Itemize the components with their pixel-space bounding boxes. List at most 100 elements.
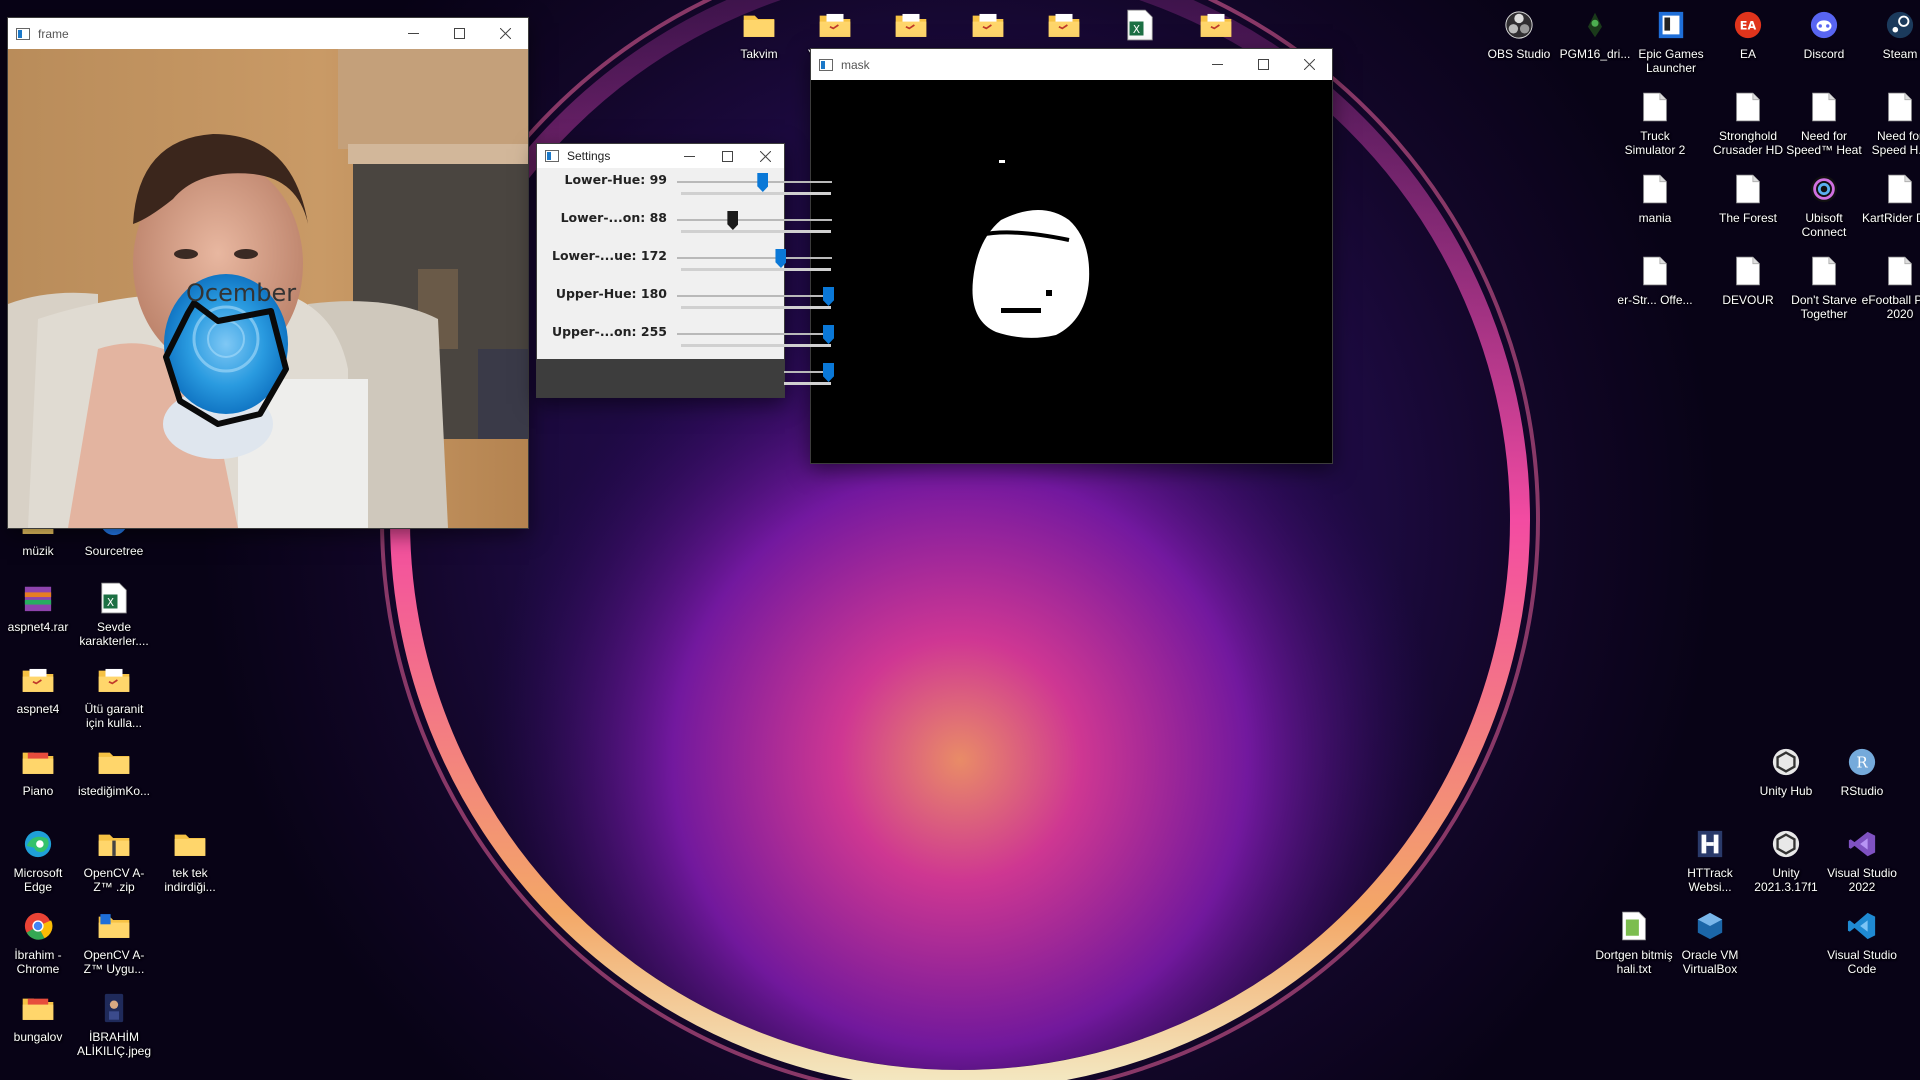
- desktop-icon-truck-simulator-2[interactable]: Truck Simulator 2: [1617, 87, 1693, 167]
- desktop-icon-sevde-karakterler[interactable]: X Sevde karakterler....: [76, 578, 152, 658]
- maximize-button[interactable]: [1240, 49, 1286, 80]
- slider-rail: [681, 268, 831, 271]
- mask-titlebar[interactable]: mask: [811, 49, 1332, 80]
- maximize-button[interactable]: [436, 18, 482, 49]
- file-icon: [1728, 87, 1768, 127]
- file-icon: [1635, 87, 1675, 127]
- maximize-button[interactable]: [708, 144, 746, 168]
- driver-icon: [1575, 5, 1615, 45]
- desktop-icon-label: Discord: [1803, 47, 1845, 61]
- txt-icon: [1614, 906, 1654, 946]
- desktop-icon-rstudio[interactable]: R RStudio: [1824, 742, 1900, 822]
- desktop-icon-pgm16-dri[interactable]: PGM16_dri...: [1557, 5, 1633, 85]
- excel-icon: X: [1120, 5, 1160, 45]
- jpeg-icon: [94, 988, 134, 1028]
- desktop-icon-httrack-websi[interactable]: HTTrack Websi...: [1672, 824, 1748, 904]
- desktop-icon-ubisoft-connect[interactable]: Ubisoft Connect: [1786, 169, 1862, 249]
- desktop-icon-aspnet4-rar[interactable]: aspnet4.rar: [0, 578, 76, 658]
- desktop-icon-microsoft-edge[interactable]: Microsoft Edge: [0, 824, 76, 904]
- close-icon: [499, 28, 511, 39]
- desktop-icon-oracle-vm-virtualbox[interactable]: Oracle VM VirtualBox: [1672, 906, 1748, 986]
- folder-doc-icon: [968, 5, 1008, 45]
- close-button[interactable]: [1286, 49, 1332, 80]
- rstudio-icon: R: [1842, 742, 1882, 782]
- desktop-icon-need-for-speed-h[interactable]: Need for Speed H...: [1862, 87, 1920, 167]
- settings-titlebar[interactable]: Settings: [537, 144, 784, 168]
- desktop-icon-visual-studio-2022[interactable]: Visual Studio 2022: [1824, 824, 1900, 904]
- desktop-icon-aspnet4[interactable]: aspnet4: [0, 660, 76, 740]
- folder-doc-icon: [1196, 5, 1236, 45]
- close-icon: [759, 150, 771, 162]
- folder-doc-icon: [18, 660, 58, 700]
- desktop-icon-the-forest[interactable]: The Forest: [1710, 169, 1786, 249]
- slider-track[interactable]: [677, 181, 832, 183]
- slider-track[interactable]: [677, 219, 832, 221]
- settings-window[interactable]: Settings Lower-Hue: 99 Lower-...on: 88 Low…: [536, 143, 834, 398]
- desktop-icon-takvim[interactable]: Takvim: [721, 5, 797, 85]
- slider-track[interactable]: [677, 295, 832, 297]
- unity-icon: [1766, 742, 1806, 782]
- slider-thumb[interactable]: [727, 211, 739, 230]
- desktop-icon-kartrider-drift[interactable]: KartRider Drift: [1862, 169, 1920, 249]
- desktop-icon-er-str-offe[interactable]: er-Str... Offe...: [1617, 251, 1693, 331]
- mask-image: [811, 80, 1332, 463]
- obs-icon: [1499, 5, 1539, 45]
- desktop-icon-unity-hub[interactable]: Unity Hub: [1748, 742, 1824, 822]
- minimize-icon: [683, 155, 695, 157]
- desktop-icon-steam[interactable]: Steam: [1862, 5, 1920, 85]
- frame-window[interactable]: frame Ocember: [7, 17, 529, 529]
- desktop-icon-label: İBRAHİM ALİKILIÇ.jpeg: [76, 1030, 152, 1058]
- slider-thumb[interactable]: [757, 173, 769, 192]
- minimize-button[interactable]: [390, 18, 436, 49]
- minimize-icon: [1211, 64, 1223, 65]
- desktop-icon-need-for-speed-heat[interactable]: Need for Speed™ Heat: [1786, 87, 1862, 167]
- maximize-icon: [453, 28, 465, 39]
- mask-window[interactable]: mask: [810, 48, 1333, 464]
- desktop-icon-opencv-a-z-uygu[interactable]: OpenCV A-Z™ Uygu...: [76, 906, 152, 986]
- desktop-icon-epic-games-launcher[interactable]: Epic Games Launcher: [1633, 5, 1709, 85]
- desktop-icon-i-brahi-m-ali-kili-jpeg[interactable]: İBRAHİM ALİKILIÇ.jpeg: [76, 988, 152, 1068]
- desktop-icon-tek-tek-indirdi-i[interactable]: tek tek indirdiği...: [152, 824, 228, 904]
- minimize-button[interactable]: [1194, 49, 1240, 80]
- desktop-icon-i-brahim-chrome[interactable]: İbrahim - Chrome: [0, 906, 76, 986]
- desktop-icon-dortgen-bitmi-hali-txt[interactable]: Dortgen bitmiş hali.txt: [1595, 906, 1673, 986]
- zip-icon: [94, 824, 134, 864]
- desktop-icon-obs-studio[interactable]: OBS Studio: [1481, 5, 1557, 85]
- minimize-icon: [407, 33, 419, 34]
- desktop-icon-istedi-imko[interactable]: istediğimKo...: [76, 742, 152, 822]
- desktop-icon-visual-studio-code[interactable]: Visual Studio Code: [1824, 906, 1900, 986]
- desktop-icon-unity-2021-3-17f1[interactable]: Unity 2021.3.17f1: [1748, 824, 1824, 904]
- svg-text:X: X: [107, 597, 114, 609]
- desktop-icon-mania[interactable]: mania: [1617, 169, 1693, 249]
- ea-icon: EA: [1728, 5, 1768, 45]
- desktop-icon-bungalov[interactable]: bungalov: [0, 988, 76, 1068]
- slider-track[interactable]: [677, 333, 832, 335]
- slider-label: Upper-...on: 255: [551, 324, 667, 339]
- desktop-icon-opencv-a-z-zip[interactable]: OpenCV A-Z™ .zip: [76, 824, 152, 904]
- desktop-icon-devour[interactable]: DEVOUR: [1710, 251, 1786, 331]
- excel-icon: X: [94, 578, 134, 618]
- desktop-icon-don-t-starve-together[interactable]: Don't Starve Together: [1786, 251, 1862, 331]
- desktop-icon-label: EA: [1739, 47, 1756, 61]
- desktop-icon-discord[interactable]: Discord: [1786, 5, 1862, 85]
- file-icon: [1880, 87, 1920, 127]
- slider-thumb[interactable]: [775, 249, 787, 268]
- folder-icon: [739, 5, 779, 45]
- desktop-icon-ea[interactable]: EA EA: [1710, 5, 1786, 85]
- desktop-icon-label: Visual Studio 2022: [1827, 866, 1897, 894]
- desktop-icon-label: Stronghold Crusader HD: [1712, 129, 1784, 157]
- epic-icon: [1651, 5, 1691, 45]
- svg-text:X: X: [1133, 24, 1140, 36]
- desktop-icon-piano[interactable]: Piano: [0, 742, 76, 822]
- desktop-icon-t-garanit-i-in-kulla[interactable]: Ütü garanit için kulla...: [76, 660, 152, 740]
- desktop-icon-efootball-pes-2020[interactable]: eFootball PES 2020: [1862, 251, 1920, 331]
- slider-track[interactable]: [677, 257, 832, 259]
- folder-color-icon: [18, 742, 58, 782]
- desktop-icon-stronghold-crusader-hd[interactable]: Stronghold Crusader HD: [1710, 87, 1786, 167]
- close-button[interactable]: [746, 144, 784, 168]
- desktop-icon-label: Need for Speed™ Heat: [1786, 129, 1862, 157]
- frame-titlebar[interactable]: frame: [8, 18, 528, 49]
- desktop-icon-label: istediğimKo...: [77, 784, 151, 798]
- close-button[interactable]: [482, 18, 528, 49]
- minimize-button[interactable]: [670, 144, 708, 168]
